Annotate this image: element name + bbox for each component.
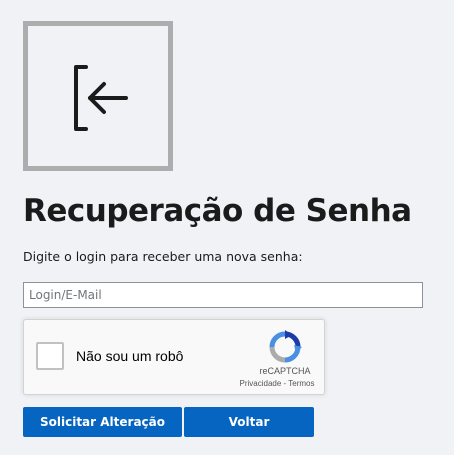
recaptcha-widget: Não sou um robô reCAPTCHA Privacidade - … bbox=[23, 319, 325, 395]
recaptcha-terms-links: Privacidade - Termos bbox=[230, 379, 324, 388]
recaptcha-brand: reCAPTCHA bbox=[259, 366, 311, 376]
recaptcha-label: Não sou um robô bbox=[76, 348, 184, 364]
page-title: Recuperação de Senha bbox=[23, 193, 412, 229]
instruction-text: Digite o login para receber uma nova sen… bbox=[23, 249, 303, 264]
login-email-input[interactable] bbox=[23, 282, 423, 308]
recaptcha-privacy-link[interactable]: Privacidade bbox=[239, 379, 281, 388]
recaptcha-checkbox[interactable] bbox=[36, 342, 64, 370]
recaptcha-logo-icon bbox=[269, 330, 302, 363]
logo-box bbox=[23, 21, 173, 171]
sign-in-arrow-icon bbox=[74, 65, 128, 131]
recaptcha-terms-link[interactable]: Termos bbox=[288, 379, 314, 388]
back-button[interactable]: Voltar bbox=[184, 407, 314, 437]
request-change-button[interactable]: Solicitar Alteração bbox=[23, 407, 182, 437]
